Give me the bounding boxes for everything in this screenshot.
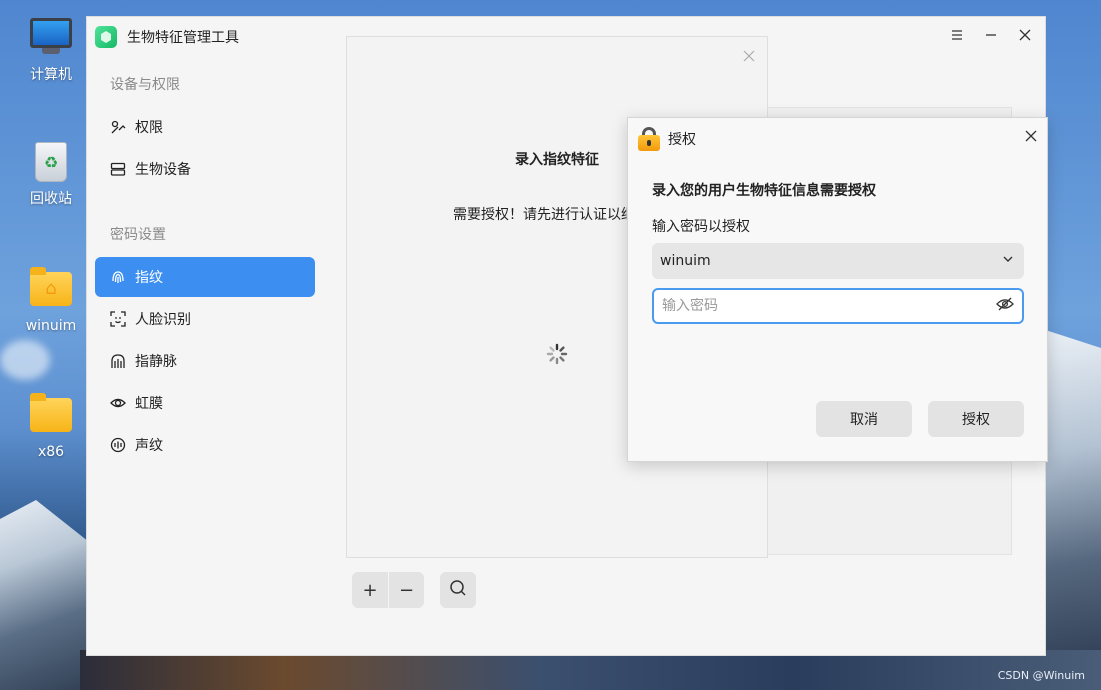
desktop-icon-label: 计算机 — [30, 67, 72, 83]
sidebar-item-permission[interactable]: 权限 — [95, 107, 315, 147]
auth-prompt: 输入密码以授权 — [652, 219, 750, 235]
lock-icon — [638, 127, 660, 151]
menu-icon[interactable] — [947, 25, 967, 45]
user-select[interactable]: winuim — [652, 243, 1024, 279]
authorize-button[interactable]: 授权 — [928, 401, 1024, 437]
auth-dialog: 授权 录入您的用户生物特征信息需要授权 输入密码以授权 winuim 取消 授权 — [627, 117, 1048, 462]
finger-vein-icon — [110, 353, 126, 369]
trash-icon — [29, 142, 73, 182]
sidebar-item-face[interactable]: 人脸识别 — [95, 299, 315, 339]
fingerprint-icon — [110, 269, 126, 285]
search-group — [440, 572, 476, 608]
password-field[interactable] — [652, 288, 1024, 324]
auth-title: 授权 — [668, 132, 696, 148]
sidebar-item-label: 人脸识别 — [135, 312, 191, 328]
search-icon — [449, 579, 467, 602]
device-icon — [110, 161, 126, 177]
desktop-icon-label: 回收站 — [30, 191, 72, 207]
section-title-password: 密码设置 — [110, 227, 166, 243]
sidebar: 生物特征管理工具 设备与权限 权限 生物设备 密码设置 指纹 人脸识别 指静脉 … — [87, 17, 327, 655]
window-controls — [947, 25, 1035, 45]
desktop-icon-label: winuim — [25, 318, 77, 334]
face-icon — [110, 311, 126, 327]
folder-icon — [29, 393, 73, 438]
desktop-icon-label: x86 — [37, 444, 65, 460]
app-title: 生物特征管理工具 — [95, 26, 239, 48]
sidebar-item-fingerprint[interactable]: 指纹 — [95, 257, 315, 297]
watermark: CSDN @Winuim — [997, 669, 1085, 682]
desktop-icon-trash[interactable]: 回收站 — [22, 142, 80, 208]
voiceprint-icon — [110, 437, 126, 453]
sidebar-item-label: 声纹 — [135, 438, 163, 454]
sidebar-item-label: 权限 — [135, 120, 163, 136]
sidebar-item-finger-vein[interactable]: 指静脉 — [95, 341, 315, 381]
home-folder-icon — [29, 267, 73, 312]
desktop-icon-folder[interactable]: x86 — [22, 393, 80, 460]
password-input[interactable] — [662, 298, 996, 314]
computer-icon — [29, 18, 73, 58]
sidebar-item-voiceprint[interactable]: 声纹 — [95, 425, 315, 465]
section-title-devices: 设备与权限 — [110, 77, 180, 93]
iris-icon — [110, 395, 126, 411]
loading-spinner-icon — [546, 343, 568, 365]
user-select-value: winuim — [660, 253, 711, 269]
eye-hidden-icon[interactable] — [996, 297, 1014, 315]
sidebar-item-label: 指纹 — [135, 270, 163, 286]
add-button[interactable]: + — [352, 572, 388, 608]
auth-message: 录入您的用户生物特征信息需要授权 — [652, 183, 876, 199]
enroll-description: 需要授权！请先进行认证以继续 — [453, 207, 649, 223]
window-title: 生物特征管理工具 — [127, 30, 239, 46]
auth-close-icon[interactable] — [1025, 127, 1037, 147]
add-remove-group: + − — [352, 572, 424, 608]
permission-icon — [110, 119, 126, 135]
sidebar-item-device[interactable]: 生物设备 — [95, 149, 315, 189]
close-icon[interactable] — [1015, 25, 1035, 45]
sidebar-item-label: 生物设备 — [135, 162, 191, 178]
search-button[interactable] — [440, 572, 476, 608]
bottom-toolbar: + − — [352, 572, 476, 608]
app-logo-icon — [95, 26, 117, 48]
auth-header: 授权 — [638, 127, 696, 151]
sidebar-item-label: 虹膜 — [135, 396, 163, 412]
background-mountain-bottom — [80, 650, 1101, 690]
desktop-icon-home[interactable]: winuim — [22, 267, 80, 334]
cancel-button[interactable]: 取消 — [816, 401, 912, 437]
minimize-icon[interactable] — [981, 25, 1001, 45]
enroll-close-icon[interactable] — [743, 47, 755, 66]
remove-button[interactable]: − — [388, 572, 424, 608]
sidebar-item-label: 指静脉 — [135, 354, 177, 370]
background-cloud — [0, 340, 50, 380]
desktop-icon-computer[interactable]: 计算机 — [22, 18, 80, 84]
chevron-down-icon — [1002, 253, 1014, 269]
sidebar-item-iris[interactable]: 虹膜 — [95, 383, 315, 423]
